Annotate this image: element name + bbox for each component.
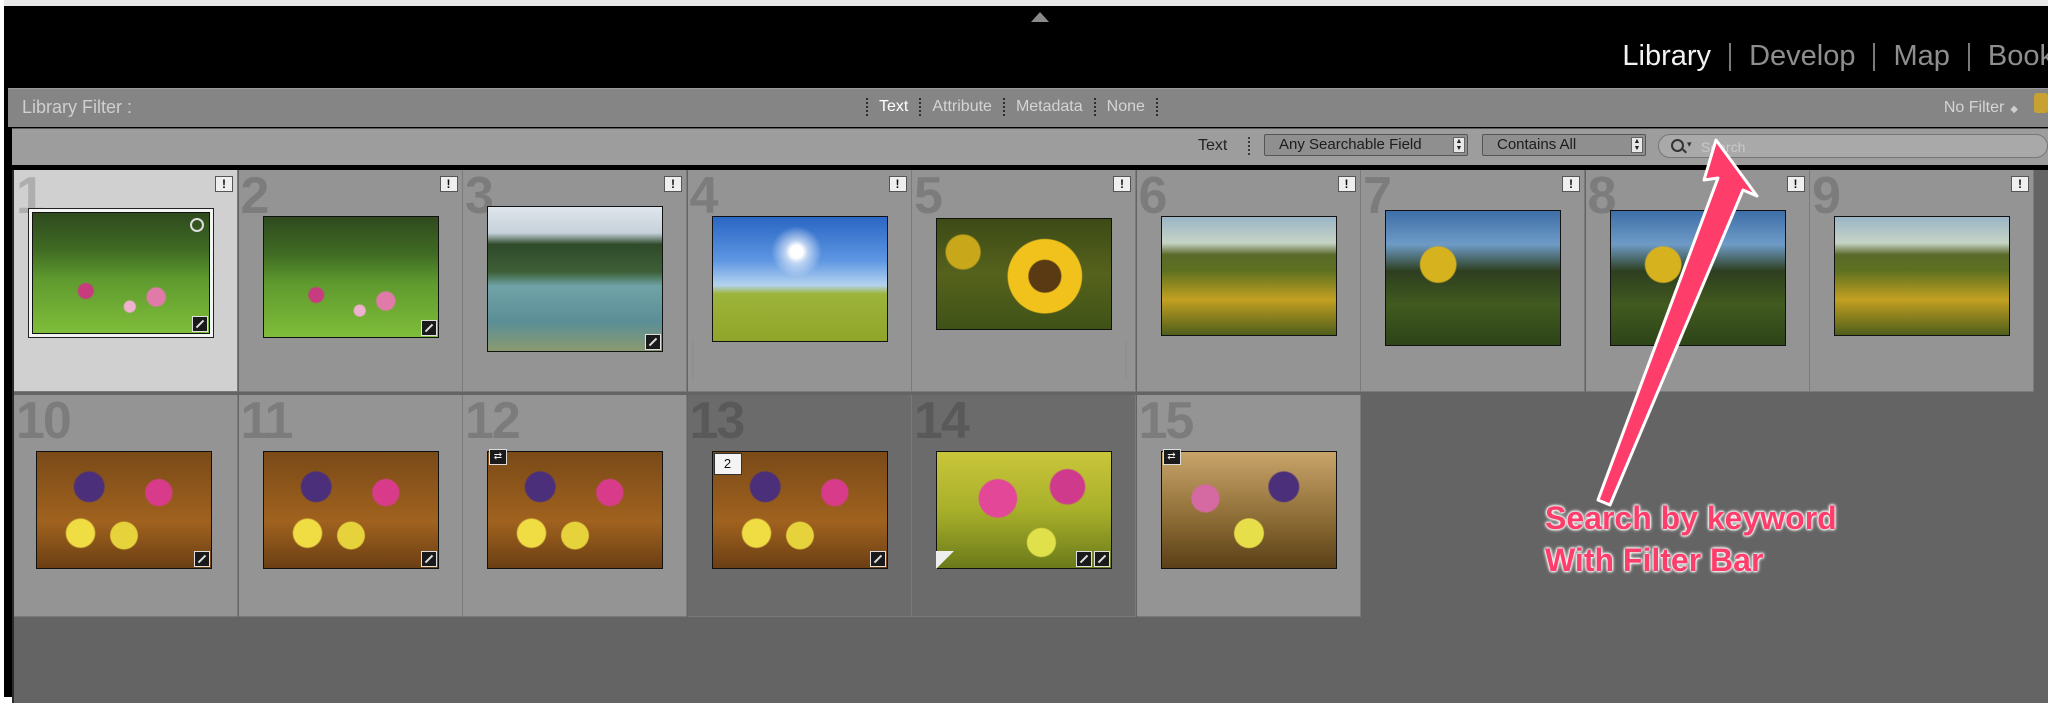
photo-thumbnail[interactable]	[1160, 451, 1337, 569]
annotation-line-2: With Filter Bar	[1545, 542, 1764, 578]
chevron-down-icon[interactable]: ▾	[1687, 139, 1692, 150]
thumbnail-cell[interactable]: 6!	[1136, 170, 1361, 392]
filter-preset-dropdown[interactable]: No Filter ◆	[1944, 99, 2018, 117]
cell-index: 12	[465, 395, 521, 450]
match-rule-select[interactable]: Contains All ▲ ▼	[1482, 134, 1646, 156]
develop-settings-icon[interactable]	[1094, 551, 1110, 567]
photo-thumbnail[interactable]	[262, 216, 439, 338]
photo-thumbnail[interactable]	[262, 451, 439, 569]
search-icon[interactable]	[1671, 139, 1684, 152]
search-field[interactable]: ▾	[1658, 134, 2048, 158]
thumbnail-cell[interactable]: 8!	[1585, 170, 1810, 392]
cell-index: 13	[689, 395, 746, 450]
text-filter-label: Text	[1198, 137, 1228, 154]
searchable-field-select[interactable]: Any Searchable Field ▲ ▼	[1264, 134, 1468, 156]
tab-none[interactable]: None	[1096, 98, 1156, 116]
text-filter-separator	[1248, 137, 1250, 155]
panel-toggle-arrow-icon[interactable]	[1031, 12, 1049, 22]
filter-preset-value: No Filter	[1943, 99, 2005, 116]
quick-collection-icon[interactable]	[190, 218, 204, 232]
metadata-warning-icon[interactable]: !	[1786, 176, 1805, 192]
virtual-copy-icon[interactable]: ⇄	[489, 449, 507, 465]
develop-settings-icon[interactable]	[194, 551, 210, 567]
module-picker: Library Develop Map Book	[1604, 40, 2048, 73]
thumbnail-cell[interactable]: 5!	[912, 170, 1136, 392]
thumbnail-cell[interactable]: 4!	[687, 170, 912, 392]
module-develop[interactable]: Develop	[1731, 40, 1873, 73]
chevron-updown-icon: ◆	[2010, 104, 2018, 115]
thumbnail-cell[interactable]: 2!	[238, 170, 463, 392]
stack-edge[interactable]	[691, 340, 694, 380]
tab-attribute[interactable]: Attribute	[921, 98, 1003, 116]
develop-settings-icon[interactable]	[645, 334, 661, 350]
thumbnail-cell[interactable]: 10	[14, 395, 238, 617]
library-filter-label: Library Filter :	[22, 97, 133, 117]
thumbnail-cell[interactable]: 1!	[14, 170, 238, 392]
photo-thumbnail[interactable]	[1834, 216, 2010, 336]
keyword-corner-icon	[936, 551, 954, 569]
develop-settings-icon[interactable]	[420, 320, 437, 336]
annotation-text: Search by keyword With Filter Bar	[1545, 497, 1837, 581]
metadata-warning-icon[interactable]: !	[664, 176, 682, 192]
tab-metadata[interactable]: Metadata	[1005, 98, 1094, 116]
metadata-warning-icon[interactable]: !	[439, 176, 458, 192]
module-map[interactable]: Map	[1875, 40, 1967, 73]
library-filter-bar: Library Filter : Text Attribute Metadata…	[8, 88, 2048, 127]
photo-thumbnail[interactable]	[1609, 210, 1786, 346]
photo-thumbnail[interactable]	[1385, 210, 1561, 346]
thumbnail-cell[interactable]: 3!	[463, 170, 687, 392]
photo-thumbnail[interactable]	[32, 212, 210, 334]
thumbnail-cell[interactable]: 14	[912, 395, 1136, 617]
stack-edge[interactable]	[1124, 340, 1127, 380]
thumbnail-cell[interactable]: 9!	[1810, 170, 2034, 392]
metadata-warning-icon[interactable]: !	[215, 176, 233, 192]
metadata-warning-icon[interactable]: !	[2011, 176, 2029, 192]
virtual-copy-icon[interactable]: ⇄	[1162, 449, 1181, 465]
lock-icon[interactable]	[2034, 93, 2048, 113]
thumbnail-grid: 1! 2! 3! 4! 5! 6! 7! 8! 9! 10 11 12 ⇄ 13 2 14 15 ⇄	[12, 170, 2048, 703]
filter-tabs: Text Attribute Metadata None	[866, 98, 1158, 116]
tab-separator	[1155, 98, 1158, 116]
metadata-warning-icon[interactable]: !	[1337, 176, 1356, 192]
photo-thumbnail[interactable]	[1160, 216, 1337, 336]
search-input[interactable]	[1699, 137, 2003, 157]
annotation-line-1: Search by keyword	[1545, 500, 1837, 536]
metadata-warning-icon[interactable]: !	[888, 176, 907, 192]
thumbnail-cell[interactable]: 11	[238, 395, 463, 617]
photo-thumbnail[interactable]	[487, 206, 663, 352]
select-stepper-icon: ▲ ▼	[1453, 137, 1465, 153]
cell-index: 10	[16, 395, 72, 450]
select-stepper-icon: ▲ ▼	[1631, 137, 1643, 153]
text-filter-bar: Text Any Searchable Field ▲ ▼ Contains Al…	[12, 128, 2048, 165]
photo-thumbnail[interactable]	[711, 216, 888, 342]
module-book[interactable]: Book	[1970, 40, 2048, 73]
thumbnail-cell[interactable]: 15 ⇄	[1136, 395, 1361, 617]
crop-badge-icon[interactable]	[1076, 551, 1092, 567]
thumbnail-cell[interactable]: 12 ⇄	[463, 395, 687, 617]
develop-settings-icon[interactable]	[420, 551, 437, 567]
metadata-warning-icon[interactable]: !	[1113, 176, 1131, 192]
photo-thumbnail[interactable]	[487, 451, 663, 569]
photo-thumbnail[interactable]	[36, 451, 212, 569]
module-library[interactable]: Library	[1604, 40, 1729, 73]
cell-index: 14	[914, 395, 970, 450]
cell-index: 11	[240, 395, 294, 450]
collection-badge-icon[interactable]	[192, 316, 208, 332]
metadata-warning-icon[interactable]: !	[1562, 176, 1580, 192]
develop-settings-icon[interactable]	[869, 551, 886, 567]
photo-thumbnail[interactable]	[936, 218, 1112, 330]
searchable-field-value: Any Searchable Field	[1279, 136, 1422, 153]
thumbnail-cell[interactable]: 13 2	[687, 395, 912, 617]
cell-index: 15	[1138, 395, 1195, 450]
tab-text[interactable]: Text	[868, 98, 919, 116]
thumbnail-cell[interactable]: 7!	[1361, 170, 1585, 392]
title-strip	[4, 0, 2048, 6]
match-rule-value: Contains All	[1497, 136, 1577, 153]
stack-count-badge[interactable]: 2	[713, 453, 742, 475]
